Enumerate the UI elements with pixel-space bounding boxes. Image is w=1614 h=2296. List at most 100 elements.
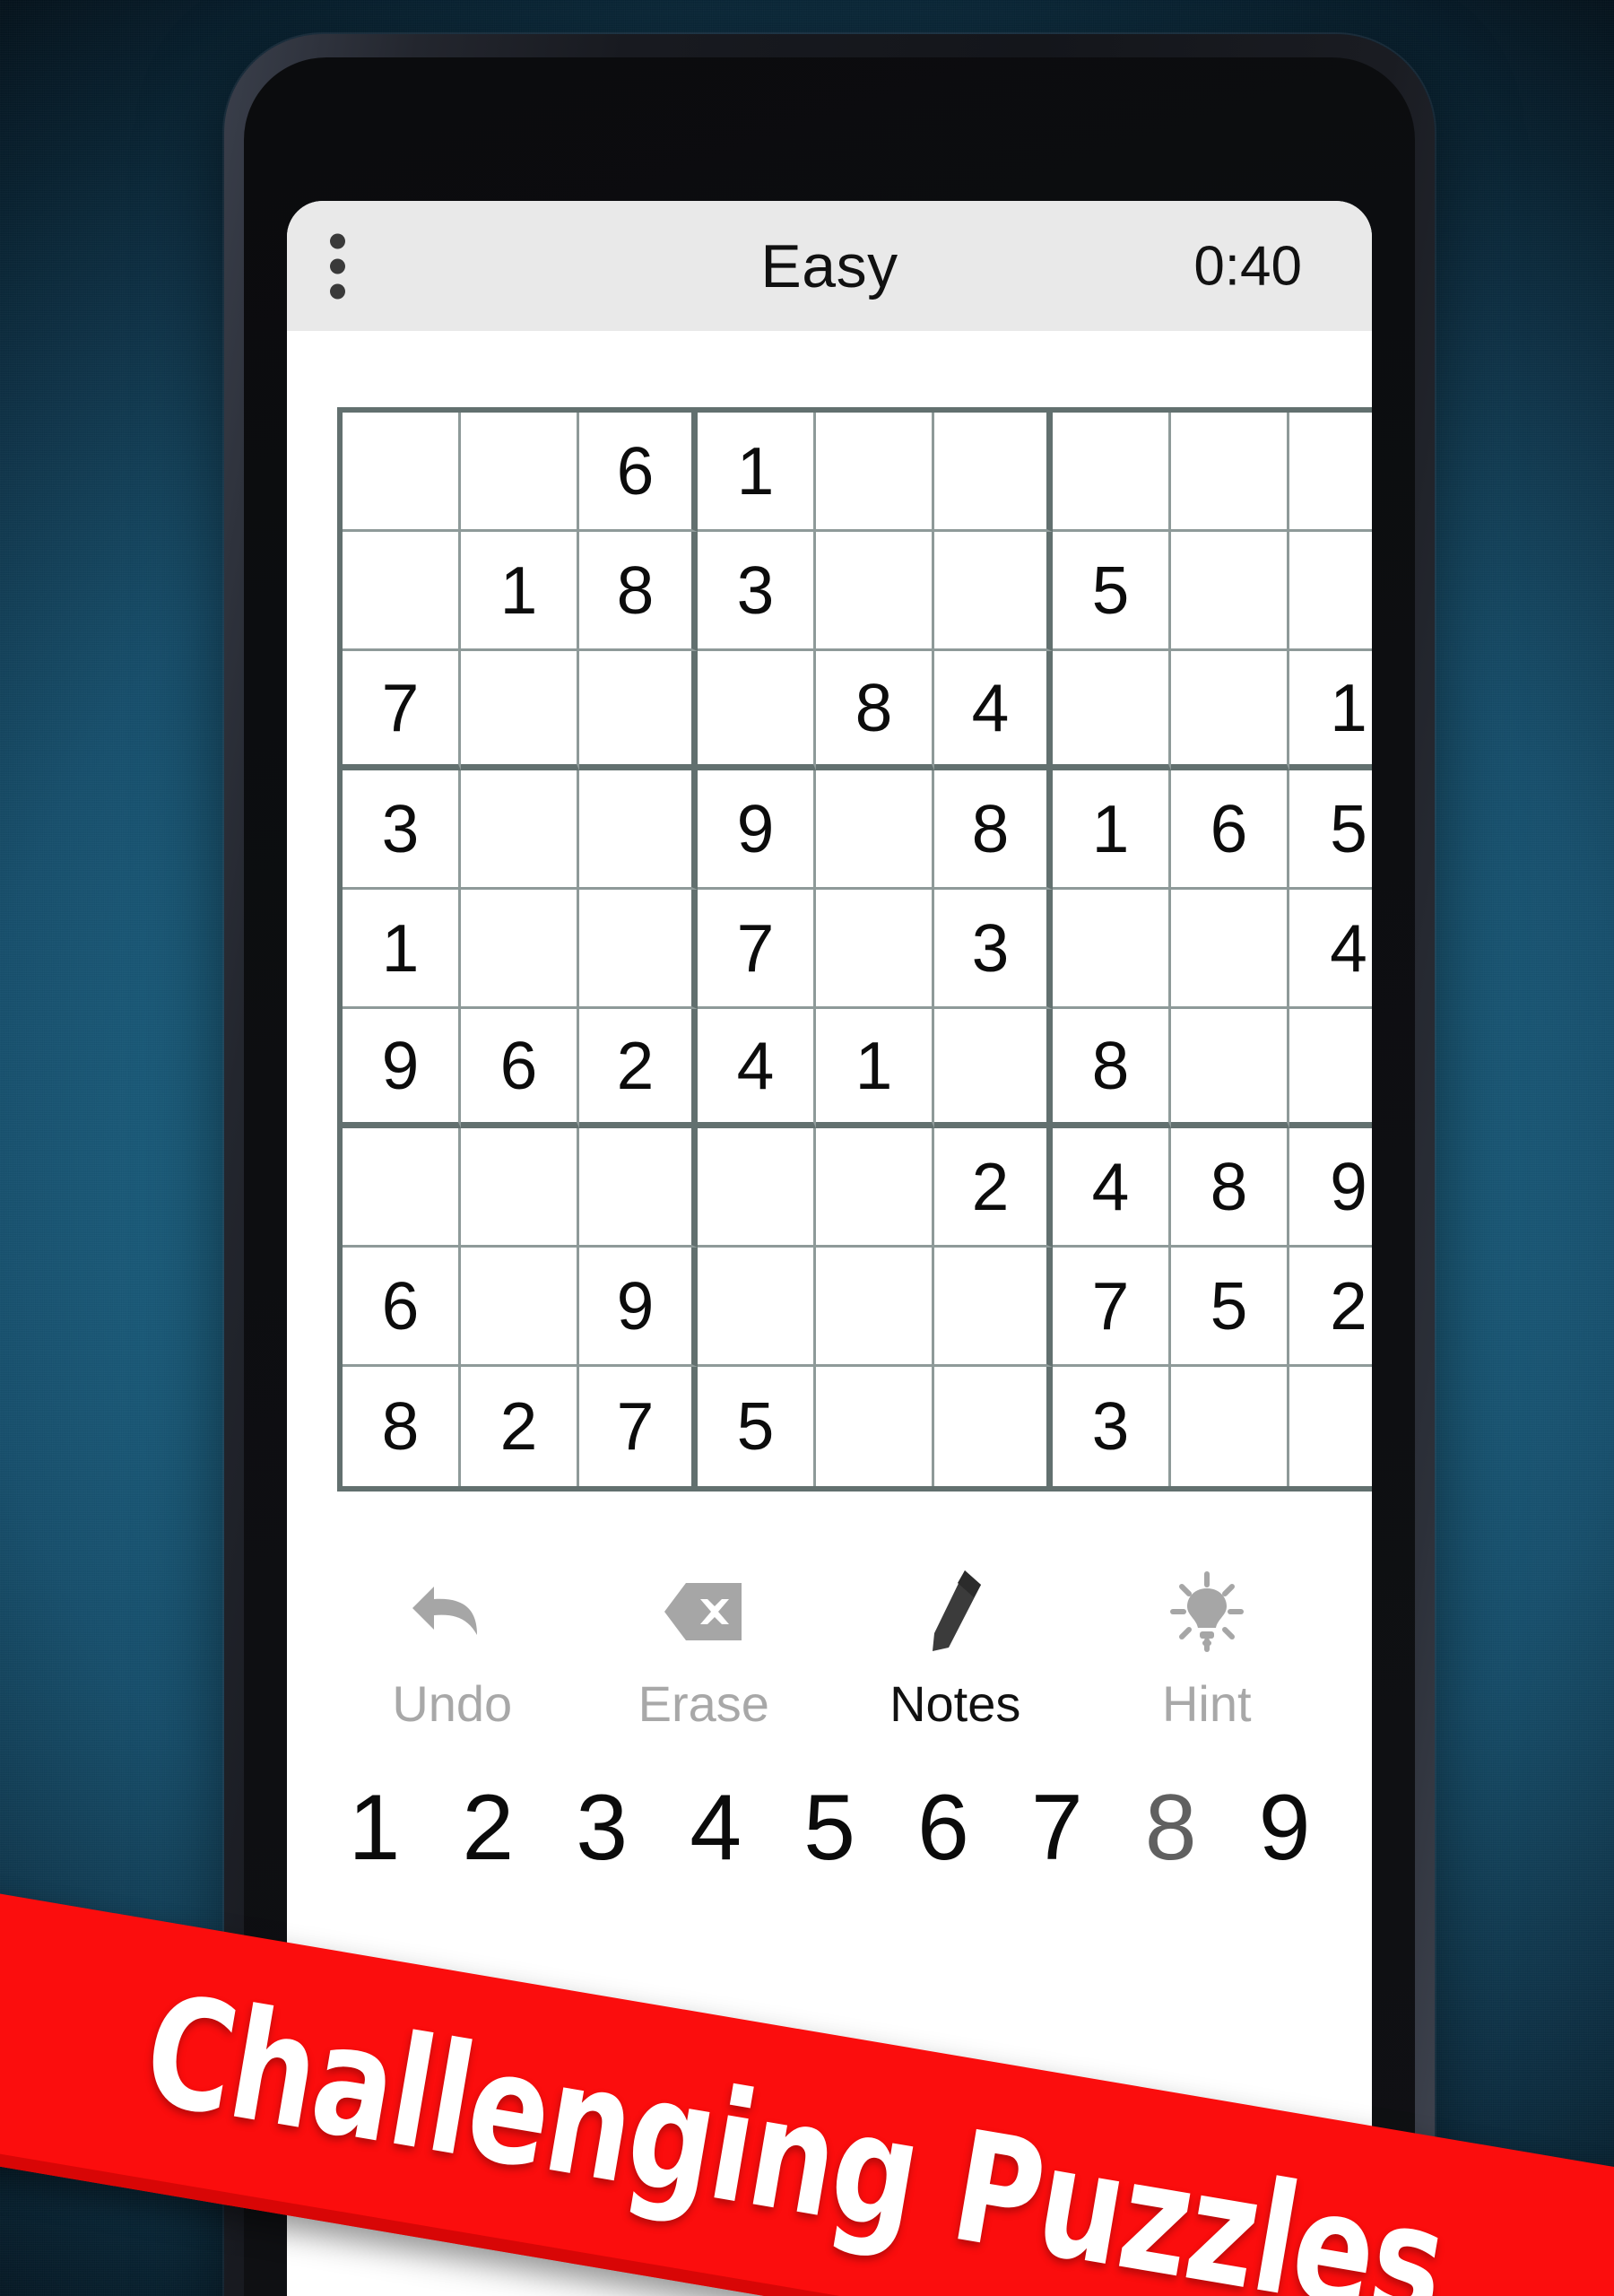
sudoku-cell-r9c9[interactable] <box>1289 1367 1372 1486</box>
sudoku-cell-r2c2[interactable]: 1 <box>461 532 579 651</box>
sudoku-cell-r1c8[interactable] <box>1171 413 1289 532</box>
sudoku-cell-r9c5[interactable] <box>816 1367 934 1486</box>
sudoku-cell-r9c7[interactable]: 3 <box>1053 1367 1171 1486</box>
numpad-key-8[interactable]: 8 <box>1114 1781 1228 1874</box>
sudoku-cell-r8c1[interactable]: 6 <box>343 1248 461 1367</box>
sudoku-cell-r1c3[interactable]: 6 <box>579 413 698 532</box>
sudoku-cell-r6c1[interactable]: 9 <box>343 1009 461 1128</box>
undo-button[interactable]: Undo <box>326 1569 578 1733</box>
sudoku-cell-r4c3[interactable] <box>579 770 698 890</box>
sudoku-cell-r8c7[interactable]: 7 <box>1053 1248 1171 1367</box>
sudoku-cell-r5c7[interactable] <box>1053 890 1171 1009</box>
sudoku-cell-r1c9[interactable] <box>1289 413 1372 532</box>
numpad-key-1[interactable]: 1 <box>317 1781 431 1874</box>
notes-button[interactable]: Notes <box>829 1569 1081 1733</box>
sudoku-grid[interactable]: 6118357841398165173496241824896975282753 <box>337 407 1372 1492</box>
sudoku-cell-r2c3[interactable]: 8 <box>579 532 698 651</box>
sudoku-cell-r3c3[interactable] <box>579 651 698 770</box>
sudoku-cell-r4c4[interactable]: 9 <box>698 770 816 890</box>
sudoku-cell-r4c1[interactable]: 3 <box>343 770 461 890</box>
sudoku-cell-r2c8[interactable] <box>1171 532 1289 651</box>
sudoku-cell-r4c5[interactable] <box>816 770 934 890</box>
sudoku-cell-r2c4[interactable]: 3 <box>698 532 816 651</box>
sudoku-cell-r9c3[interactable]: 7 <box>579 1367 698 1486</box>
sudoku-cell-r6c8[interactable] <box>1171 1009 1289 1128</box>
sudoku-cell-r8c4[interactable] <box>698 1248 816 1367</box>
sudoku-cell-r2c9[interactable] <box>1289 532 1372 651</box>
sudoku-cell-r7c7[interactable]: 4 <box>1053 1128 1171 1248</box>
sudoku-cell-r5c1[interactable]: 1 <box>343 890 461 1009</box>
sudoku-cell-r2c6[interactable] <box>934 532 1053 651</box>
sudoku-cell-r3c4[interactable] <box>698 651 816 770</box>
sudoku-cell-r4c2[interactable] <box>461 770 579 890</box>
sudoku-cell-r6c3[interactable]: 2 <box>579 1009 698 1128</box>
sudoku-cell-r4c7[interactable]: 1 <box>1053 770 1171 890</box>
sudoku-cell-r1c6[interactable] <box>934 413 1053 532</box>
phone-bezel: Easy 0:40 611835784139816517349624182489… <box>244 57 1415 2296</box>
sudoku-cell-r8c2[interactable] <box>461 1248 579 1367</box>
sudoku-cell-r1c5[interactable] <box>816 413 934 532</box>
numpad-key-3[interactable]: 3 <box>545 1781 659 1874</box>
sudoku-cell-r1c4[interactable]: 1 <box>698 413 816 532</box>
sudoku-cell-r3c9[interactable]: 1 <box>1289 651 1372 770</box>
sudoku-cell-r9c1[interactable]: 8 <box>343 1367 461 1486</box>
sudoku-cell-r3c6[interactable]: 4 <box>934 651 1053 770</box>
sudoku-cell-r7c8[interactable]: 8 <box>1171 1128 1289 1248</box>
sudoku-cell-r2c1[interactable] <box>343 532 461 651</box>
erase-label: Erase <box>638 1675 769 1732</box>
sudoku-cell-r8c5[interactable] <box>816 1248 934 1367</box>
sudoku-cell-r9c8[interactable] <box>1171 1367 1289 1486</box>
numpad-key-2[interactable]: 2 <box>431 1781 545 1874</box>
sudoku-cell-r7c2[interactable] <box>461 1128 579 1248</box>
undo-arrow-icon <box>409 1569 495 1655</box>
sudoku-cell-r2c5[interactable] <box>816 532 934 651</box>
sudoku-cell-r3c2[interactable] <box>461 651 579 770</box>
sudoku-cell-r5c2[interactable] <box>461 890 579 1009</box>
sudoku-cell-r3c5[interactable]: 8 <box>816 651 934 770</box>
sudoku-cell-r3c7[interactable] <box>1053 651 1171 770</box>
sudoku-cell-r4c8[interactable]: 6 <box>1171 770 1289 890</box>
sudoku-cell-r7c4[interactable] <box>698 1128 816 1248</box>
numpad-key-4[interactable]: 4 <box>659 1781 773 1874</box>
sudoku-cell-r7c9[interactable]: 9 <box>1289 1128 1372 1248</box>
sudoku-board-container: 6118357841398165173496241824896975282753 <box>337 407 1372 1492</box>
sudoku-cell-r9c4[interactable]: 5 <box>698 1367 816 1486</box>
sudoku-cell-r6c9[interactable] <box>1289 1009 1372 1128</box>
sudoku-cell-r6c4[interactable]: 4 <box>698 1009 816 1128</box>
sudoku-cell-r9c6[interactable] <box>934 1367 1053 1486</box>
sudoku-cell-r8c3[interactable]: 9 <box>579 1248 698 1367</box>
sudoku-cell-r8c6[interactable] <box>934 1248 1053 1367</box>
sudoku-cell-r5c5[interactable] <box>816 890 934 1009</box>
numpad-key-7[interactable]: 7 <box>1000 1781 1114 1874</box>
sudoku-cell-r5c8[interactable] <box>1171 890 1289 1009</box>
sudoku-cell-r6c6[interactable] <box>934 1009 1053 1128</box>
sudoku-cell-r7c3[interactable] <box>579 1128 698 1248</box>
sudoku-cell-r7c5[interactable] <box>816 1128 934 1248</box>
sudoku-cell-r7c6[interactable]: 2 <box>934 1128 1053 1248</box>
sudoku-cell-r4c6[interactable]: 8 <box>934 770 1053 890</box>
sudoku-cell-r1c1[interactable] <box>343 413 461 532</box>
sudoku-cell-r9c2[interactable]: 2 <box>461 1367 579 1486</box>
sudoku-cell-r5c3[interactable] <box>579 890 698 1009</box>
erase-button[interactable]: Erase <box>578 1569 830 1733</box>
sudoku-cell-r5c6[interactable]: 3 <box>934 890 1053 1009</box>
sudoku-cell-r4c9[interactable]: 5 <box>1289 770 1372 890</box>
numpad-key-9[interactable]: 9 <box>1228 1781 1341 1874</box>
sudoku-cell-r3c1[interactable]: 7 <box>343 651 461 770</box>
sudoku-cell-r6c5[interactable]: 1 <box>816 1009 934 1128</box>
sudoku-cell-r1c2[interactable] <box>461 413 579 532</box>
sudoku-cell-r5c9[interactable]: 4 <box>1289 890 1372 1009</box>
notes-label: Notes <box>889 1675 1021 1732</box>
sudoku-cell-r6c7[interactable]: 8 <box>1053 1009 1171 1128</box>
numpad-key-6[interactable]: 6 <box>886 1781 1000 1874</box>
sudoku-cell-r1c7[interactable] <box>1053 413 1171 532</box>
sudoku-cell-r3c8[interactable] <box>1171 651 1289 770</box>
hint-button[interactable]: Hint <box>1081 1569 1333 1733</box>
sudoku-cell-r6c2[interactable]: 6 <box>461 1009 579 1128</box>
sudoku-cell-r8c8[interactable]: 5 <box>1171 1248 1289 1367</box>
sudoku-cell-r7c1[interactable] <box>343 1128 461 1248</box>
sudoku-cell-r5c4[interactable]: 7 <box>698 890 816 1009</box>
sudoku-cell-r8c9[interactable]: 2 <box>1289 1248 1372 1367</box>
sudoku-cell-r2c7[interactable]: 5 <box>1053 532 1171 651</box>
numpad-key-5[interactable]: 5 <box>773 1781 887 1874</box>
